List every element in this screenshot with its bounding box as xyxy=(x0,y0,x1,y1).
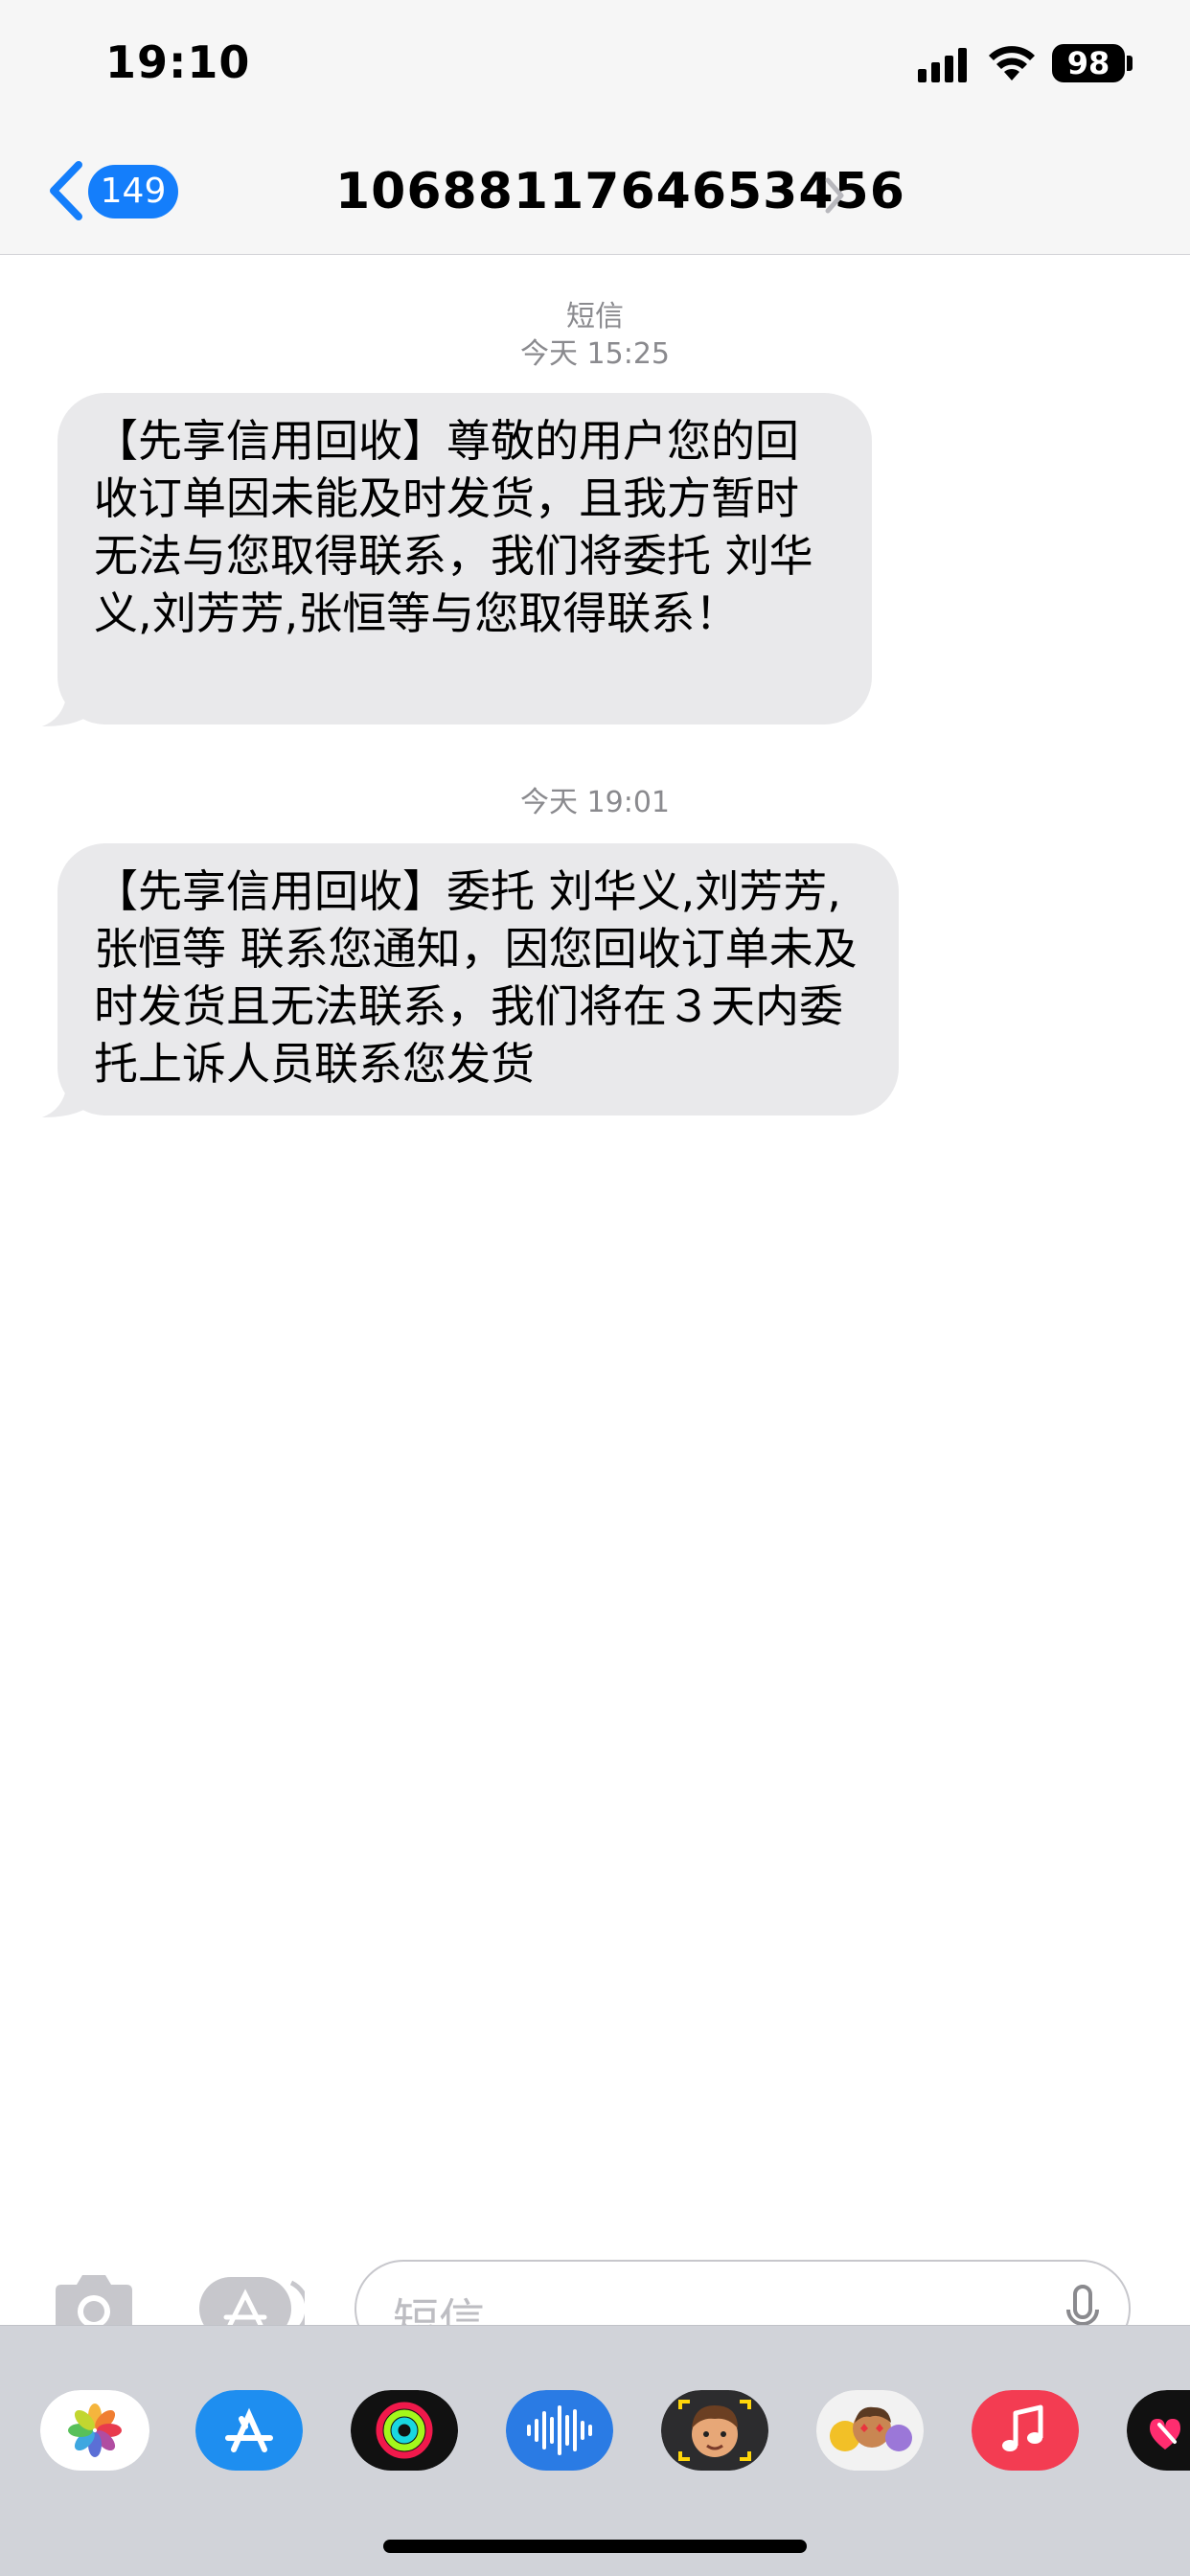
photos-icon[interactable] xyxy=(40,2390,149,2471)
battery-indicator: 98 xyxy=(1052,44,1125,82)
message-bubble[interactable]: 【先享信用回收】尊敬的用户您的回收订单因未能及时发货，且我方暂时无法与您取得联系… xyxy=(57,393,872,724)
conversation-header: 149 1068811764653456 xyxy=(0,134,1190,255)
memoji-icon[interactable] xyxy=(661,2390,768,2471)
digital-touch-icon[interactable] xyxy=(1127,2390,1190,2471)
message-timestamp: 今天 19:01 xyxy=(520,786,670,819)
message-bubble[interactable]: 【先享信用回收】委托 刘华义,刘芳芳,张恒等 联系您通知，因您回收订单未及时发货… xyxy=(57,843,899,1116)
contact-title[interactable]: 1068811764653456 xyxy=(335,163,905,220)
audio-message-icon[interactable] xyxy=(506,2390,613,2471)
cellular-signal-icon xyxy=(918,48,967,82)
back-chevron-icon[interactable] xyxy=(44,159,86,222)
music-icon[interactable] xyxy=(972,2390,1079,2471)
app-store-icon[interactable] xyxy=(195,2390,303,2471)
service-label: 短信 xyxy=(566,300,624,334)
fitness-icon[interactable] xyxy=(351,2390,458,2471)
chevron-right-icon[interactable] xyxy=(822,174,847,217)
status-bar: 19:10 98 xyxy=(0,0,1190,134)
wifi-icon xyxy=(989,46,1035,80)
status-time: 19:10 xyxy=(105,36,251,88)
animoji-icon[interactable] xyxy=(816,2390,924,2471)
battery-tip xyxy=(1127,56,1133,71)
home-indicator[interactable] xyxy=(383,2540,807,2553)
unread-count-badge[interactable]: 149 xyxy=(88,165,178,218)
app-drawer xyxy=(0,2325,1190,2576)
message-timestamp: 今天 15:25 xyxy=(520,337,670,371)
divider xyxy=(0,2325,1190,2326)
